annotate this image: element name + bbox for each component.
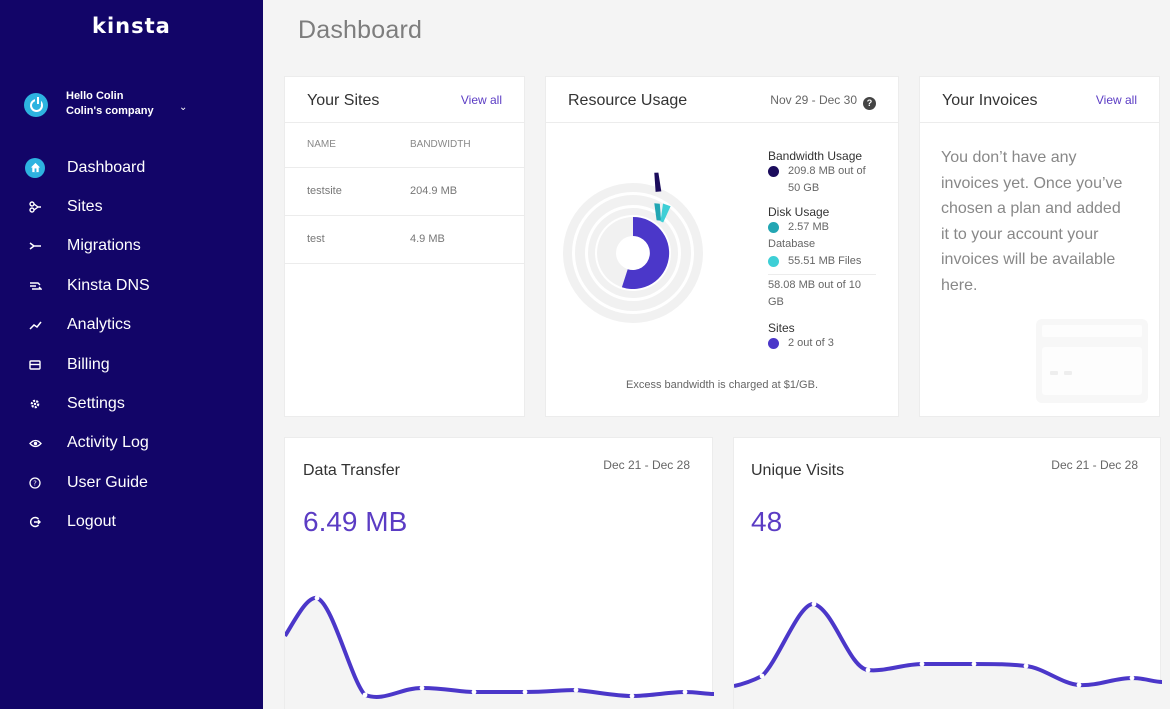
bandwidth-legend-item: 209.8 MB out of 50 GB [768,163,876,197]
nav-item-billing[interactable]: Billing [0,345,263,384]
files-value: 55.51 MB Files [788,255,862,267]
unique-visits-card: Unique Visits Dec 21 - Dec 28 48 [733,437,1162,709]
sites-card-title: Your Sites [307,92,380,109]
invoices-card-title: Your Invoices [942,92,1038,109]
sites-card: Your Sites View all NAME BANDWIDTH tests… [284,76,525,417]
nav-item-user-guide[interactable]: ? User Guide [0,463,263,502]
data-transfer-date-range: Dec 21 - Dec 28 [603,458,690,472]
sites-dot [768,338,779,349]
disk-total: 58.08 MB out of 10 GB [768,274,876,311]
files-dot [768,256,779,267]
site-name[interactable]: test [285,215,410,264]
invoices-view-all-link[interactable]: View all [1096,93,1137,107]
database-label: Database [768,238,816,250]
resource-usage-card: Resource Usage Nov 29 - Dec 30? Bandwidt… [545,76,899,417]
resource-date-text: Nov 29 - Dec 30 [770,93,857,107]
data-transfer-card: Data Transfer Dec 21 - Dec 28 6.49 MB [284,437,714,709]
dns-icon [25,276,45,296]
company-name: Colin's company [66,105,154,117]
user-greeting: Hello Colin [66,90,124,102]
sites-icon [25,197,45,217]
bandwidth-heading: Bandwidth Usage [768,149,863,163]
invoice-illustration [1036,319,1148,403]
empty-invoices-message: You don’t have any invoices yet. Once yo… [941,149,1123,294]
data-transfer-sparkline [285,595,714,709]
sidebar: kinsta Hello Colin Colin's company ⌄ Das… [0,0,263,709]
home-icon [25,157,45,178]
nav-label: Kinsta DNS [67,276,150,294]
question-icon[interactable]: ? [863,97,876,110]
sites-table: NAME BANDWIDTH testsite 204.9 MB test 4.… [285,123,524,264]
analytics-icon [25,315,45,335]
nav-label: Migrations [67,237,141,255]
sites-legend-item: 2 out of 3 [768,335,876,352]
data-transfer-title: Data Transfer [303,462,400,479]
nav-label: Sites [67,198,103,216]
nav-label: Analytics [67,316,132,334]
nav-item-migrations[interactable]: Migrations [0,227,263,266]
nav-item-activity-log[interactable]: Activity Log [0,424,263,463]
nav-label: Logout [67,513,116,531]
bandwidth-dot [768,166,779,177]
sites-view-all-link[interactable]: View all [461,93,502,107]
column-header-bandwidth[interactable]: BANDWIDTH [410,123,524,168]
svg-text:?: ? [33,479,37,487]
help-circle-icon: ? [25,473,45,493]
excess-bandwidth-note: Excess bandwidth is charged at $1/GB. [626,379,818,391]
database-dot [768,222,779,233]
database-legend-item: 2.57 MB [768,219,876,236]
nav-item-dashboard[interactable]: Dashboard [0,148,263,187]
data-transfer-value: 6.49 MB [303,506,408,537]
unique-visits-sparkline [734,601,1162,709]
power-icon [24,93,48,117]
main-navigation: Dashboard Sites Migrations Kinsta DNS An… [0,148,263,542]
disk-heading: Disk Usage [768,205,830,219]
resource-card-title: Resource Usage [568,92,688,109]
account-switcher[interactable]: Hello Colin Colin's company ⌄ [24,88,244,124]
migrations-icon [25,236,45,256]
site-name[interactable]: testsite [285,167,410,216]
nav-label: Billing [67,355,110,373]
invoices-card: Your Invoices View all You don’t have an… [919,76,1160,417]
kinsta-logo[interactable]: kinsta [92,14,171,38]
page-title: Dashboard [298,16,423,44]
files-legend-item: 55.51 MB Files [768,253,876,270]
bandwidth-value: 209.8 MB out of 50 GB [788,165,866,194]
sites-value: 2 out of 3 [788,337,834,349]
resource-date-range: Nov 29 - Dec 30? [770,93,876,110]
site-bandwidth: 4.9 MB [410,215,524,264]
nav-item-logout[interactable]: Logout [0,503,263,542]
table-row[interactable]: test 4.9 MB [285,215,524,264]
database-value: 2.57 MB [788,221,829,233]
nav-label: Dashboard [67,158,146,176]
unique-visits-value: 48 [751,506,783,537]
nav-item-sites[interactable]: Sites [0,187,263,226]
billing-icon [25,355,45,375]
nav-item-kinsta-dns[interactable]: Kinsta DNS [0,266,263,305]
unique-visits-title: Unique Visits [751,462,845,479]
resource-legend: Bandwidth Usage 209.8 MB out of 50 GB Di… [768,145,876,352]
nav-item-analytics[interactable]: Analytics [0,306,263,345]
nav-item-settings[interactable]: Settings [0,384,263,423]
eye-icon [25,433,45,453]
site-bandwidth: 204.9 MB [410,167,524,216]
logout-icon [25,512,45,532]
chevron-down-icon[interactable]: ⌄ [179,102,187,113]
sites-card-header: Your Sites View all [285,77,524,123]
sites-heading: Sites [768,321,795,335]
nav-label: Settings [67,395,125,413]
table-row[interactable]: testsite 204.9 MB [285,167,524,216]
settings-icon [25,394,45,414]
data-transfer-points [314,595,688,699]
table-header-row: NAME BANDWIDTH [285,123,524,168]
resource-card-header: Resource Usage Nov 29 - Dec 30? [546,77,898,123]
invoices-card-header: Your Invoices View all [920,77,1159,123]
nav-label: User Guide [67,473,148,491]
nav-label: Activity Log [67,434,149,452]
unique-visits-date-range: Dec 21 - Dec 28 [1051,458,1138,472]
column-header-name[interactable]: NAME [285,123,410,168]
